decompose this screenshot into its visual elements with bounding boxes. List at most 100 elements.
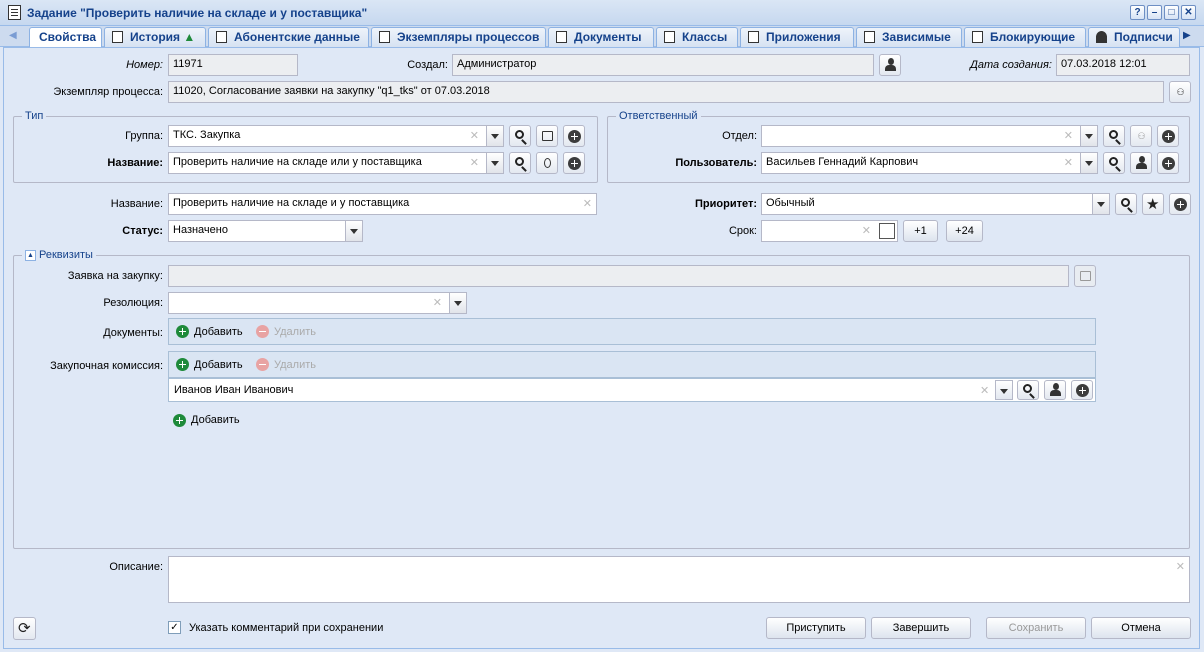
search-icon bbox=[1109, 130, 1118, 139]
finish-button[interactable]: Завершить bbox=[871, 617, 971, 639]
badge-icon bbox=[544, 158, 551, 168]
chevron-down-icon[interactable] bbox=[1080, 126, 1097, 146]
department-add-button[interactable] bbox=[1157, 125, 1179, 147]
clear-icon[interactable]: ✕ bbox=[1064, 129, 1073, 142]
created-by-label: Создал: bbox=[407, 59, 448, 71]
documents-add-link[interactable]: Добавить bbox=[194, 326, 243, 338]
number-field[interactable]: 11971 bbox=[168, 54, 298, 76]
group-combobox[interactable]: ТКС. Закупка ✕ bbox=[168, 125, 504, 147]
name-combobox[interactable]: Проверить наличие на складе или у постав… bbox=[168, 152, 504, 174]
status-select[interactable]: Назначено bbox=[168, 220, 363, 242]
comment-checkbox[interactable]: ✓ bbox=[168, 621, 181, 634]
chevron-down-icon[interactable] bbox=[486, 126, 503, 146]
clear-icon[interactable]: ✕ bbox=[583, 197, 592, 210]
created-date-field[interactable]: 07.03.2018 12:01 bbox=[1056, 54, 1190, 76]
commission-member-search-button[interactable] bbox=[1017, 380, 1039, 400]
purchase-request-open-button[interactable] bbox=[1074, 265, 1096, 287]
user-select-button[interactable] bbox=[1130, 152, 1152, 174]
chevron-down-icon[interactable] bbox=[1092, 194, 1109, 214]
commission-remove-link[interactable]: Удалить bbox=[274, 359, 316, 371]
tab-history[interactable]: История ▲ bbox=[104, 27, 206, 47]
chevron-down-icon[interactable] bbox=[449, 293, 466, 313]
minimize-button[interactable]: – bbox=[1147, 5, 1162, 20]
search-icon bbox=[1109, 157, 1118, 166]
clear-icon[interactable]: ✕ bbox=[980, 384, 989, 397]
group-add-button[interactable] bbox=[563, 125, 585, 147]
tab-properties[interactable]: Свойства bbox=[29, 27, 102, 48]
documents-remove-link[interactable]: Удалить bbox=[274, 326, 316, 338]
priority-favorite-button[interactable]: ★ bbox=[1142, 193, 1164, 215]
commission-member-dropdown[interactable] bbox=[995, 380, 1013, 400]
tab-documents[interactable]: Документы bbox=[548, 27, 654, 47]
chevron-down-icon[interactable] bbox=[345, 221, 362, 241]
group-folder-button[interactable] bbox=[536, 125, 558, 147]
folder-icon bbox=[542, 131, 553, 141]
commission-member-add-button[interactable] bbox=[1071, 380, 1093, 400]
clear-icon[interactable]: ✕ bbox=[862, 224, 871, 237]
due-plus1-button[interactable]: +1 bbox=[903, 220, 938, 242]
search-icon bbox=[1121, 198, 1130, 207]
user-search-button[interactable] bbox=[1103, 152, 1125, 174]
requisites-legend: ▲ Реквизиты bbox=[22, 249, 96, 261]
department-search-button[interactable] bbox=[1103, 125, 1125, 147]
status-label: Статус: bbox=[122, 225, 163, 237]
chevron-down-icon[interactable] bbox=[486, 153, 503, 173]
tab-subscribers[interactable]: Подписчи bbox=[1088, 27, 1180, 47]
clear-icon[interactable]: ✕ bbox=[1064, 156, 1073, 169]
commission-member-user-button[interactable] bbox=[1044, 380, 1066, 400]
tab-dependents[interactable]: Зависимые bbox=[856, 27, 962, 47]
name-search-button[interactable] bbox=[509, 152, 531, 174]
maximize-button[interactable]: □ bbox=[1164, 5, 1179, 20]
priority-search-button[interactable] bbox=[1115, 193, 1137, 215]
title-input[interactable]: Проверить наличие на складе и у поставщи… bbox=[168, 193, 597, 215]
tab-attachments[interactable]: Приложения bbox=[740, 27, 854, 47]
tab-classes[interactable]: Классы bbox=[656, 27, 738, 47]
documents-label: Документы: bbox=[103, 327, 163, 339]
blocking-icon bbox=[972, 31, 983, 43]
purchase-request-field[interactable] bbox=[168, 265, 1069, 287]
process-instance-field[interactable]: 11020, Согласование заявки на закупку "q… bbox=[168, 81, 1164, 103]
user-icon bbox=[1096, 31, 1107, 43]
refresh-button[interactable]: ⟳ bbox=[13, 617, 36, 640]
clear-icon[interactable]: ✕ bbox=[470, 129, 479, 142]
collapse-icon[interactable]: ▲ bbox=[25, 249, 36, 261]
clear-icon[interactable]: ✕ bbox=[433, 296, 442, 309]
plus-icon bbox=[1174, 198, 1187, 211]
cancel-button[interactable]: Отмена bbox=[1091, 617, 1191, 639]
chevron-down-icon[interactable] bbox=[1080, 153, 1097, 173]
search-icon bbox=[515, 157, 524, 166]
tab-subscriber-data[interactable]: Абонентские данные bbox=[208, 27, 369, 47]
close-button[interactable]: ✕ bbox=[1181, 5, 1196, 20]
document-icon bbox=[216, 31, 227, 43]
commission-add-link[interactable]: Добавить bbox=[194, 359, 243, 371]
clear-icon[interactable]: ✕ bbox=[470, 156, 479, 169]
created-by-field[interactable]: Администратор bbox=[452, 54, 874, 76]
priority-label: Приоритет: bbox=[695, 198, 757, 210]
due-plus24-button[interactable]: +24 bbox=[946, 220, 983, 242]
resolution-select[interactable]: ✕ bbox=[168, 292, 467, 314]
group-search-button[interactable] bbox=[509, 125, 531, 147]
department-combobox[interactable]: ✕ bbox=[761, 125, 1098, 147]
tab-process-instances[interactable]: Экземпляры процессов bbox=[371, 27, 546, 47]
name-badge-button[interactable] bbox=[536, 152, 558, 174]
user-add-button[interactable] bbox=[1157, 152, 1179, 174]
star-icon: ★ bbox=[1146, 196, 1160, 213]
process-open-button[interactable]: ⚇ bbox=[1169, 81, 1191, 103]
save-button[interactable]: Сохранить bbox=[986, 617, 1086, 639]
calendar-icon[interactable] bbox=[879, 223, 895, 239]
tab-blocking[interactable]: Блокирующие bbox=[964, 27, 1086, 47]
department-tree-button[interactable]: ⚇ bbox=[1130, 125, 1152, 147]
tab-scroll-left-icon[interactable]: ◀ bbox=[9, 30, 17, 41]
commission-add-member-link[interactable]: Добавить bbox=[191, 414, 240, 426]
due-date-input[interactable]: ✕ bbox=[761, 220, 898, 242]
created-by-user-button[interactable] bbox=[879, 54, 901, 76]
user-combobox[interactable]: Васильев Геннадий Карпович ✕ bbox=[761, 152, 1098, 174]
description-textarea[interactable]: ✕ bbox=[168, 556, 1190, 603]
clear-icon[interactable]: ✕ bbox=[1176, 560, 1185, 573]
tab-scroll-right-icon[interactable]: ▶ bbox=[1183, 30, 1191, 41]
priority-add-button[interactable] bbox=[1169, 193, 1191, 215]
priority-select[interactable]: Обычный bbox=[761, 193, 1110, 215]
start-button[interactable]: Приступить bbox=[766, 617, 866, 639]
name-add-button[interactable] bbox=[563, 152, 585, 174]
help-button[interactable]: ? bbox=[1130, 5, 1145, 20]
